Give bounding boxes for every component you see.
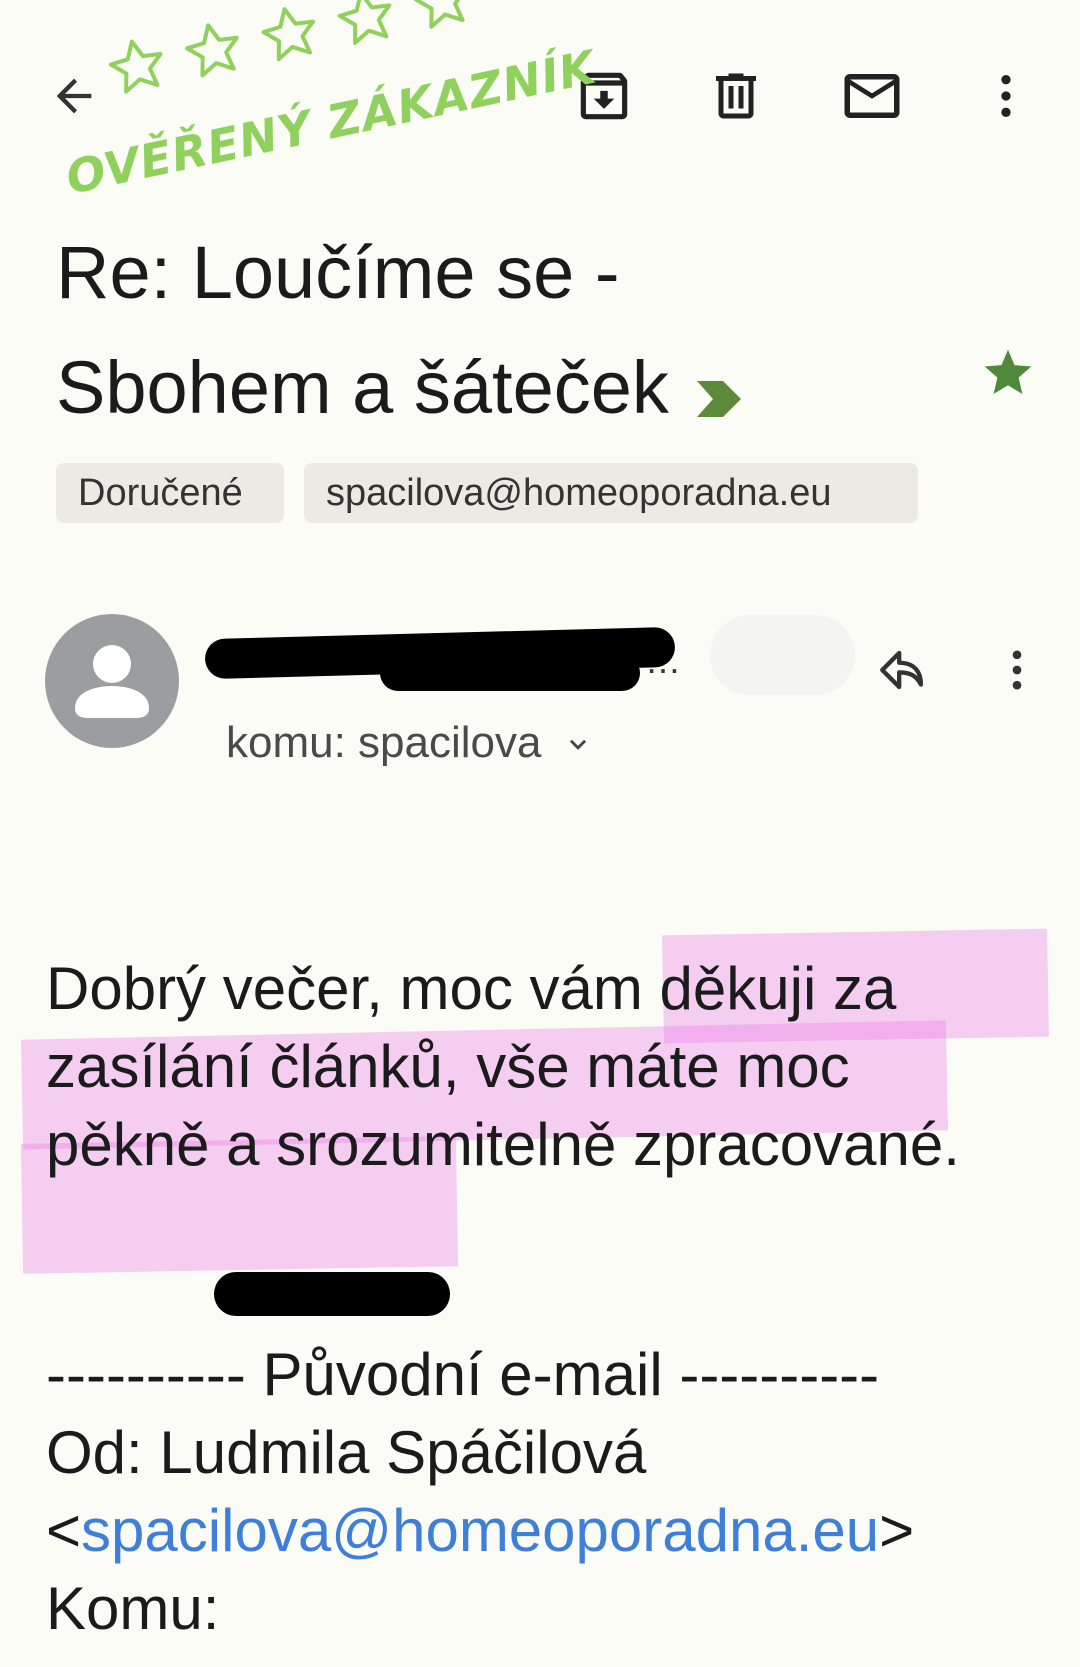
more-options-button[interactable] <box>968 58 1044 134</box>
verified-customer-stamp: OVĚŘENÝ ZÁKAZNÍK <box>38 0 627 240</box>
quote-to: Komu: <box>46 1575 220 1642</box>
redacted-sender-name-stroke <box>380 655 640 691</box>
importance-marker-icon[interactable] <box>695 336 743 451</box>
quote-from-email-line: <spacilova@homeoporadna.eu> <box>46 1497 915 1564</box>
star-outline-icon <box>108 39 163 94</box>
subject-line-2-row: Sbohem a šáteček <box>56 330 956 451</box>
star-filled-icon <box>984 349 1032 394</box>
person-icon <box>75 645 149 718</box>
more-vertical-icon <box>1001 75 1011 117</box>
more-vertical-icon <box>1012 650 1022 690</box>
reply-icon <box>880 650 924 690</box>
subject-line-2: Sbohem a šáteček <box>56 346 669 429</box>
trash-icon <box>716 73 756 119</box>
sender-truncation-dots: … <box>645 640 681 681</box>
quote-from: Od: Ludmila Spáčilová <box>46 1419 647 1486</box>
delete-button[interactable] <box>698 58 774 134</box>
recipient-text: komu: spacilova <box>226 718 542 767</box>
label-chip-inbox[interactable]: Doručené <box>56 463 284 523</box>
recipient-toggle[interactable]: komu: spacilova <box>226 718 595 768</box>
quote-header: ---------- Původní e-mail ---------- <box>46 1341 880 1408</box>
reply-button[interactable] <box>866 632 942 708</box>
sender-avatar[interactable] <box>45 614 179 748</box>
chevron-down-icon <box>570 740 587 751</box>
quote-from-email-link[interactable]: spacilova@homeoporadna.eu <box>81 1497 879 1564</box>
message-more-button[interactable] <box>979 632 1055 708</box>
star-button[interactable] <box>980 345 1036 406</box>
star-outline-icon <box>337 0 392 45</box>
email-body: Dobrý večer, moc vám děkuji za zasílání … <box>46 955 960 1178</box>
redacted-signature <box>214 1272 450 1316</box>
envelope-icon <box>844 74 900 118</box>
email-subject: Re: Loučíme se - Sbohem a šáteček <box>56 215 956 451</box>
subject-line-1: Re: Loučíme se - <box>56 231 620 314</box>
redacted-date-blur <box>710 615 855 695</box>
label-chip-address[interactable]: spacilova@homeoporadna.eu <box>304 463 918 523</box>
star-outline-icon <box>414 0 468 29</box>
star-outline-icon <box>185 23 239 78</box>
mark-unread-button[interactable] <box>834 58 910 134</box>
star-outline-icon <box>261 7 316 62</box>
